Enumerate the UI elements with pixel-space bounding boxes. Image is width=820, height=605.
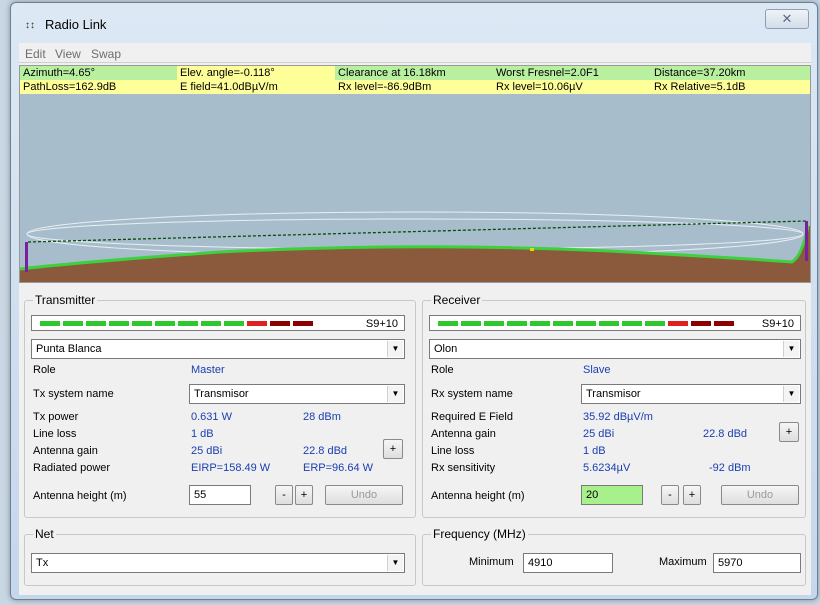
tx-signal-value: S9+10 <box>365 318 398 330</box>
rx-site-select[interactable]: Olon ▼ <box>429 339 801 359</box>
chevron-down-icon: ▼ <box>783 341 799 357</box>
tx-signal-meter: S9+10 <box>31 315 405 331</box>
tx-gain-label: Antenna gain <box>33 445 98 457</box>
tx-power-watts: 0.631 W <box>191 411 232 423</box>
tx-height-plus-button[interactable]: + <box>295 485 313 505</box>
tx-role-label: Role <box>33 364 56 376</box>
tx-radiated-label: Radiated power <box>33 462 111 474</box>
window-title: Radio Link <box>45 17 107 32</box>
rx-field-label: Required E Field <box>431 411 513 423</box>
chevron-down-icon: ▼ <box>387 555 403 571</box>
radio-link-window: ↕↕ Radio Link ✕ Edit View Swap Azimuth=4… <box>10 2 818 600</box>
rx-system-value: Transmisor <box>586 388 641 400</box>
menu-view[interactable]: View <box>55 47 81 61</box>
tx-antenna-mast <box>25 242 28 272</box>
fresnel-readout: Worst Fresnel=2.0F1 <box>493 66 651 80</box>
azimuth-readout: Azimuth=4.65° <box>20 66 177 80</box>
receiver-group-title: Receiver <box>431 293 483 307</box>
rx-line-loss-value: 1 dB <box>583 445 606 457</box>
rx-gain-dbd: 22.8 dBd <box>703 428 748 440</box>
rx-sensitivity-dbm: -92 dBm <box>709 462 751 474</box>
tx-height-label: Antenna height (m) <box>33 490 127 502</box>
net-group: Net Tx ▼ <box>24 528 416 586</box>
radio-link-app-icon: ↕↕ <box>25 20 35 31</box>
receiver-group: Receiver S9+10 Olon ▼ Role Slave Rx syst… <box>422 294 806 518</box>
frequency-min-input[interactable]: 4910 <box>523 553 613 573</box>
tx-gain-dbd: 22.8 dBd <box>303 445 348 457</box>
rx-height-label: Antenna height (m) <box>431 490 525 502</box>
net-value: Tx <box>36 557 49 569</box>
client-area: Edit View Swap Azimuth=4.65° Elev. angle… <box>19 43 811 595</box>
rx-gain-label: Antenna gain <box>431 428 496 440</box>
clearance-marker <box>530 248 534 251</box>
tx-line-loss-value: 1 dB <box>191 428 214 440</box>
rx-sensitivity-label: Rx sensitivity <box>431 462 496 474</box>
tx-line-loss-label: Line loss <box>33 428 77 440</box>
elevation-readout: Elev. angle=-0.118° <box>177 66 335 80</box>
tx-gain-dbi: 25 dBi <box>191 445 223 457</box>
close-icon: ✕ <box>781 11 793 26</box>
tx-system-label: Tx system name <box>33 388 114 400</box>
chevron-down-icon: ▼ <box>387 341 403 357</box>
tx-height-input[interactable]: 55 <box>189 485 251 505</box>
rx-antenna-mast <box>805 221 808 261</box>
pathloss-readout: PathLoss=162.9dB <box>20 80 177 94</box>
rx-system-select[interactable]: Transmisor ▼ <box>581 384 801 404</box>
net-group-title: Net <box>33 527 56 541</box>
net-select[interactable]: Tx ▼ <box>31 553 405 573</box>
rx-relative-readout: Rx Relative=5.1dB <box>651 80 810 94</box>
tx-site-select[interactable]: Punta Blanca ▼ <box>31 339 405 359</box>
frequency-min-label: Minimum <box>469 556 514 568</box>
transmitter-group: Transmitter S9+10 Punta Blanca ▼ Role Ma… <box>24 294 416 518</box>
rx-line-loss-label: Line loss <box>431 445 475 457</box>
menu-swap[interactable]: Swap <box>91 47 121 61</box>
tx-role-value: Master <box>191 364 225 376</box>
rx-level-dbm-readout: Rx level=-86.9dBm <box>335 80 493 94</box>
menu-edit[interactable]: Edit <box>25 47 46 61</box>
rx-signal-value: S9+10 <box>761 318 794 330</box>
clearance-readout: Clearance at 16.18km <box>335 66 493 80</box>
frequency-max-label: Maximum <box>659 556 707 568</box>
menu-bar: Edit View Swap <box>19 43 811 63</box>
rx-level-uv-readout: Rx level=10.06µV <box>493 80 651 94</box>
tx-system-value: Transmisor <box>194 388 249 400</box>
close-button[interactable]: ✕ <box>765 9 809 29</box>
frequency-max-input[interactable]: 5970 <box>713 553 801 573</box>
rx-height-plus-button[interactable]: + <box>683 485 701 505</box>
distance-readout: Distance=37.20km <box>651 66 810 80</box>
rx-role-label: Role <box>431 364 454 376</box>
rx-site-value: Olon <box>434 343 458 355</box>
rx-field-value: 35.92 dBµV/m <box>583 411 653 423</box>
tx-power-label: Tx power <box>33 411 79 423</box>
frequency-group: Frequency (MHz) Minimum 4910 Maximum 597… <box>422 528 806 586</box>
chevron-down-icon: ▼ <box>387 386 403 402</box>
chevron-down-icon: ▼ <box>783 386 799 402</box>
tx-height-minus-button[interactable]: - <box>275 485 293 505</box>
tx-erp-value: ERP=96.64 W <box>303 462 374 474</box>
efield-readout: E field=41.0dBµV/m <box>177 80 335 94</box>
rx-undo-button[interactable]: Undo <box>721 485 799 505</box>
rx-signal-meter: S9+10 <box>429 315 801 331</box>
title-bar: ↕↕ Radio Link ✕ <box>11 3 817 41</box>
frequency-group-title: Frequency (MHz) <box>431 527 528 541</box>
tx-undo-button[interactable]: Undo <box>325 485 403 505</box>
transmitter-group-title: Transmitter <box>33 293 98 307</box>
rx-sensitivity-uv: 5.6234µV <box>583 462 631 474</box>
rx-gain-plus-button[interactable]: + <box>779 422 799 442</box>
rx-system-label: Rx system name <box>431 388 513 400</box>
link-profile-plot: Azimuth=4.65° Elev. angle=-0.118° Cleara… <box>19 65 811 283</box>
tx-site-value: Punta Blanca <box>36 343 102 355</box>
profile-graph <box>20 66 810 282</box>
tx-system-select[interactable]: Transmisor ▼ <box>189 384 405 404</box>
tx-gain-plus-button[interactable]: + <box>383 439 403 459</box>
rx-role-value: Slave <box>583 364 611 376</box>
rx-height-minus-button[interactable]: - <box>661 485 679 505</box>
tx-eirp-value: EIRP=158.49 W <box>191 462 271 474</box>
rx-height-input[interactable]: 20 <box>581 485 643 505</box>
rx-gain-dbi: 25 dBi <box>583 428 615 440</box>
tx-power-dbm: 28 dBm <box>303 411 341 423</box>
